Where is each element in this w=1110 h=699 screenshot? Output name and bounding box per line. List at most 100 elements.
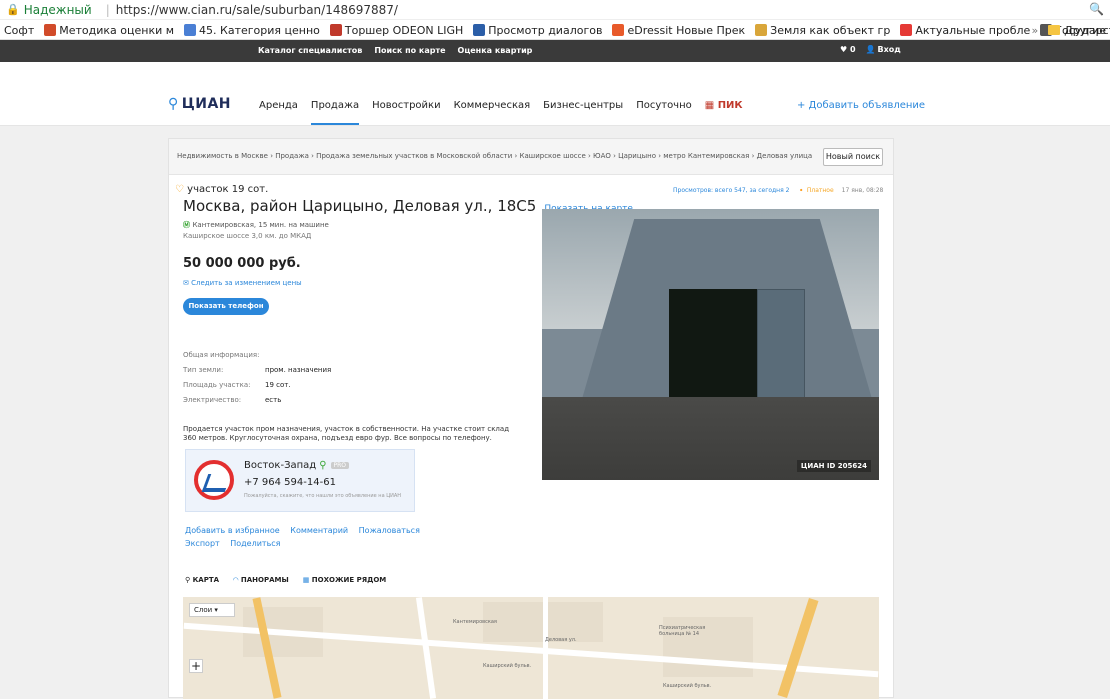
bookmark-4[interactable]: Просмотр диалогов [473,24,602,37]
general-info-title: Общая информация: [183,351,260,359]
map-label: Каширский бульв. [483,663,532,669]
bookmarks-overflow: » Другие [1031,20,1106,40]
cian-logo[interactable]: ⚲ ЦИАН [168,96,231,112]
url-text[interactable]: https://www.cian.ru/sale/suburban/148697… [116,3,398,17]
favorite-heart-icon[interactable]: ♡ [175,184,187,195]
photo-gate [757,289,805,399]
map-road [415,597,437,699]
pro-badge: PRO [330,461,350,469]
info-label: Тип земли: [183,366,224,374]
tab-panoramas[interactable]: ◠ ПАНОРАМЫ [233,576,289,584]
info-row-land-type: Тип земли: пром. назначения [183,366,331,374]
bookmark-2[interactable]: 45. Категория ценно [184,24,320,37]
map-label: Психиатрическая больница № 14 [659,625,706,637]
bookmark-5[interactable]: eDressit Новые Прек [612,24,745,37]
add-listing-link[interactable]: + Добавить объявление [797,100,925,111]
listing-photo[interactable]: ЦИАН ID 205624 [542,209,879,480]
tab-similar[interactable]: ▦ ПОХОЖИЕ РЯДОМ [303,576,387,584]
map-tabs: ⚲ КАРТА ◠ ПАНОРАМЫ ▦ ПОХОЖИЕ РЯДОМ [185,576,386,584]
price: 50 000 000 руб. [183,256,301,271]
map-pin-icon: ⚲ [185,576,193,584]
bookmark-1[interactable]: Методика оценки м [44,24,174,37]
layers-label: Слои [194,606,213,614]
breadcrumb[interactable]: Недвижимость в Москве › Продажа › Продаж… [169,139,893,175]
show-phone-button[interactable]: Показать телефон [183,298,269,315]
logo-text: ЦИАН [181,96,232,112]
nav-daily[interactable]: Посуточно [636,100,692,125]
views-text[interactable]: Просмотров: всего 547, за сегодня 2 [673,187,789,194]
agent-phone[interactable]: +7 964 594-14-61 [244,477,336,488]
topnav-catalog[interactable]: Каталог специалистов [258,46,362,55]
login-link[interactable]: Вход [878,45,901,54]
map-view[interactable]: Каширский бульв. Каширский бульв. Психиа… [183,597,879,699]
follow-price-label: Следить за изменением цены [191,279,302,287]
bookmark-icon [184,24,197,36]
info-value: есть [265,396,282,404]
nav-business-centers[interactable]: Бизнес-центры [543,100,623,125]
info-value: 19 сот. [265,381,291,389]
comment-link[interactable]: Комментарий [290,526,348,535]
nav-newbuild[interactable]: Новостройки [372,100,440,125]
plot-type: ♡ участок 19 сот. [175,184,268,195]
topnav-valuation[interactable]: Оценка квартир [458,46,533,55]
info-row-area: Площадь участка: 19 сот. [183,381,291,389]
overflow-chevron[interactable]: » [1031,24,1038,37]
main-nav: Аренда Продажа Новостройки Коммерческая … [259,100,743,125]
layers-button[interactable]: Слои ▾ [189,603,235,617]
tab-panoramas-label: ПАНОРАМЫ [240,576,289,584]
map-label: Кантемировская [453,619,497,625]
secure-label: Надежный [23,2,92,17]
description: Продается участок пром назначения, участ… [183,425,510,442]
nav-commercial[interactable]: Коммерческая [454,100,531,125]
folder-icon [1048,25,1061,35]
share-link[interactable]: Поделиться [230,539,280,548]
complain-link[interactable]: Пожаловаться [359,526,420,535]
tab-map[interactable]: ⚲ КАРТА [185,576,219,584]
bookmark-6[interactable]: Земля как объект гр [755,24,890,37]
top-nav: Каталог специалистов Поиск по карте Оцен… [0,40,1110,62]
favorites-counter[interactable]: ♥ 0 [840,45,856,54]
map-label: Деловая ул. [545,637,577,643]
bookmark-icon [900,24,913,36]
address-text: Москва, район Царицыно, Деловая ул., 18С… [183,197,537,215]
photo-door [669,289,761,399]
other-bookmarks[interactable]: Другие [1064,24,1106,37]
paid-badge: 🔸 Платное [797,187,834,194]
nav-pik[interactable]: ▦ ПИК [705,100,743,125]
zoom-in-button[interactable]: + [189,659,203,673]
photo-watermark: ЦИАН ID 205624 [796,460,871,472]
bookmark-icon [755,24,768,36]
nav-rent[interactable]: Аренда [259,100,298,125]
mail-icon: ✉ [183,279,192,287]
site-header: ⚲ ЦИАН Аренда Продажа Новостройки Коммерч… [0,62,1110,126]
follow-price-link[interactable]: ✉ Следить за изменением цены [183,279,302,287]
zoom-icon[interactable]: 🔍 [1089,2,1104,16]
add-favorite-link[interactable]: Добавить в избранное [185,526,280,535]
bookmark-icon [329,24,342,36]
agent-card: Восток-Запад ⚲ PRO +7 964 594-14-61 Пожалу… [185,449,415,512]
bookmarks-bar: Софт Методика оценки м 45. Категория цен… [0,20,1110,40]
panorama-icon: ◠ [233,576,241,584]
agent-name-text: Восток-Запад [244,460,317,471]
bookmark-7[interactable]: Актуальные пробле [900,24,1030,37]
new-search-button[interactable]: Новый поиск [823,148,883,166]
map-label: Каширский бульв. [663,683,712,689]
bookmark-3[interactable]: Торшер ODEON LIGH [329,24,463,37]
info-label: Электричество: [183,396,242,404]
export-link[interactable]: Экспорт [185,539,220,548]
info-label: Площадь участка: [183,381,251,389]
logo-pin-icon: ⚲ [168,96,179,112]
listing-stats: Просмотров: всего 547, за сегодня 2 🔸 Пла… [673,187,883,194]
bookmark-label: Софт [4,23,35,37]
address-bar[interactable]: 🔒 Надежный | https://www.cian.ru/sale/su… [0,0,1110,20]
bookmark-0[interactable]: Софт [4,24,34,37]
nav-sale[interactable]: Продажа [310,100,360,125]
topnav-map-search[interactable]: Поиск по карте [374,46,445,55]
agent-name[interactable]: Восток-Запад ⚲ PRO [244,460,350,471]
listing-actions: Добавить в избранное Комментарий Пожалов… [185,524,428,550]
bookmark-icon [44,24,57,36]
grid-icon: ▦ [302,576,312,584]
agent-logo-icon[interactable] [194,460,234,500]
lock-icon: 🔒 [6,3,20,16]
metro-info: Ⓜ Кантемировская, 15 мин. на машине [183,220,329,230]
